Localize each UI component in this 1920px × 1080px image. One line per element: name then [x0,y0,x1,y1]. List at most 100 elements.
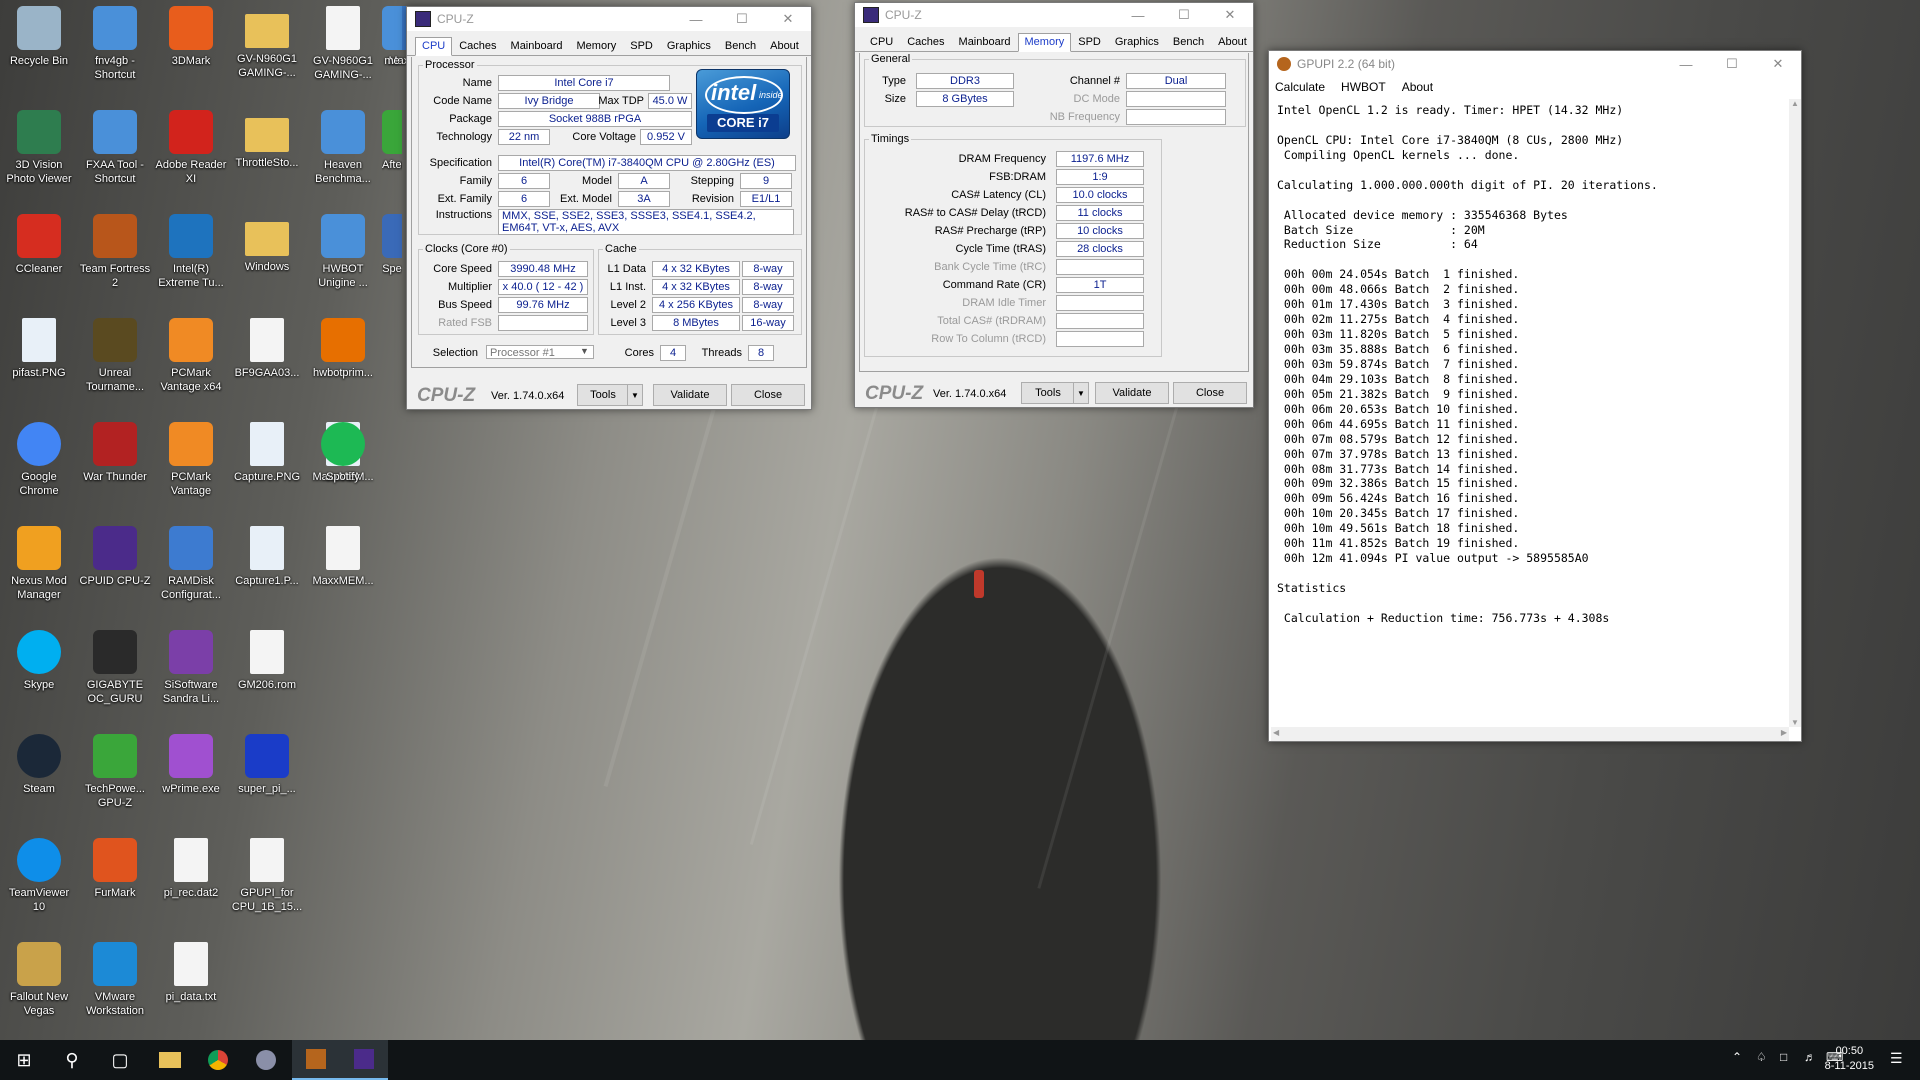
taskbar-gpupi[interactable] [292,1040,340,1080]
desktop-icon-item[interactable]: fnv4gb - Shortcut [78,4,152,82]
action-center-icon[interactable]: ☰ [1890,1050,1903,1067]
desktop-icon-item[interactable]: GPUPI_for CPU_1B_15... [230,836,304,914]
desktop-icon-item[interactable]: PCMark Vantage [154,420,228,498]
minimize-button[interactable]: — [1115,3,1161,27]
close-window-button[interactable]: Close [1173,382,1247,404]
close-button[interactable]: ✕ [1207,3,1253,27]
desktop-icon-item[interactable]: Capture.PNG [230,420,304,484]
desktop-icon-item[interactable]: Recycle Bin [2,4,76,68]
scroll-left-icon[interactable]: ◀ [1273,728,1279,737]
desktop-icon-item[interactable]: ThrottleSto... [230,108,304,170]
scroll-up-icon[interactable]: ▲ [1791,99,1799,108]
desktop-icon-item[interactable]: BF9GAA03... [230,316,304,380]
desktop-icon-item[interactable]: Intel(R) Extreme Tu... [154,212,228,290]
task-view-button[interactable]: ▢ [96,1040,144,1080]
desktop-icon-item[interactable]: FXAA Tool - Shortcut [78,108,152,186]
tab-cpu[interactable]: CPU [863,33,900,51]
maximize-button[interactable]: ☐ [1161,3,1207,27]
scroll-right-icon[interactable]: ▶ [1781,728,1787,737]
desktop-icon-item[interactable]: me [382,4,402,68]
desktop-icon-item[interactable]: Capture1.P... [230,524,304,588]
desktop-icon-item[interactable]: CPUID CPU-Z [78,524,152,588]
desktop-icon-item[interactable]: MaxxMEM... [306,524,380,588]
volume-icon[interactable]: ♬ [1804,1050,1816,1064]
close-button[interactable]: ✕ [765,7,811,31]
desktop-icon-item[interactable]: Google Chrome [2,420,76,498]
title-bar[interactable]: CPU-Z — ☐ ✕ [855,3,1253,27]
cpuz-window-memory[interactable]: CPU-Z — ☐ ✕ CPU Caches Mainboard Memory … [854,2,1254,408]
desktop-icon-item[interactable]: TeamViewer 10 [2,836,76,914]
desktop-icon-item[interactable]: 3D Vision Photo Viewer [2,108,76,186]
desktop-icon-item[interactable]: Skype [2,628,76,692]
scroll-down-icon[interactable]: ▼ [1791,718,1799,727]
tab-cpu[interactable]: CPU [415,37,453,56]
title-bar[interactable]: CPU-Z — ☐ ✕ [407,7,811,31]
show-hidden-icons-chevron-icon[interactable]: ⌃ [1732,1050,1742,1064]
desktop-icon-item[interactable]: RAMDisk Configurat... [154,524,228,602]
tab-bench[interactable]: Bench [1166,33,1211,51]
desktop-icon-item[interactable]: Spe [382,212,402,276]
tools-button[interactable]: Tools [577,384,629,406]
desktop-icon-item[interactable]: Heaven Benchma... [306,108,380,186]
desktop-icon-item[interactable]: CCleaner [2,212,76,276]
desktop-icon-item[interactable]: Unreal Tourname... [78,316,152,394]
tab-caches[interactable]: Caches [900,33,951,51]
desktop-icon-item[interactable]: GV-N960G1 GAMING-... [230,4,304,80]
tab-about[interactable]: About [1211,33,1254,51]
taskbar-file-explorer[interactable] [146,1040,194,1080]
desktop-icon-item[interactable]: SiSoftware Sandra Li... [154,628,228,706]
validate-button[interactable]: Validate [1095,382,1169,404]
desktop-icon-item[interactable]: 3DMark [154,4,228,68]
desktop-icon-item[interactable]: Nexus Mod Manager [2,524,76,602]
desktop-icon-item[interactable]: TechPowe... GPU-Z [78,732,152,810]
console-output[interactable]: Intel OpenCL 1.2 is ready. Timer: HPET (… [1271,99,1789,727]
tools-button[interactable]: Tools [1021,382,1075,404]
tab-about[interactable]: About [763,37,806,55]
desktop-icon-item[interactable]: wPrime.exe [154,732,228,796]
vertical-scrollbar[interactable]: ▲ ▼ [1789,99,1801,727]
desktop-icon-item[interactable]: Steam [2,732,76,796]
menu-about[interactable]: About [1402,80,1433,94]
taskbar-chrome[interactable] [194,1040,242,1080]
tools-dropdown-chevron-icon[interactable]: ▼ [627,384,643,406]
gpupi-window[interactable]: GPUPI 2.2 (64 bit) — ☐ ✕ Calculate HWBOT… [1268,50,1802,742]
minimize-button[interactable]: — [1663,51,1709,77]
search-button[interactable]: ⚲ [48,1040,96,1080]
desktop-icon-item[interactable]: Windows [230,212,304,274]
validate-button[interactable]: Validate [653,384,727,406]
close-button[interactable]: ✕ [1755,51,1801,77]
menu-hwbot[interactable]: HWBOT [1341,80,1386,94]
tab-graphics[interactable]: Graphics [1108,33,1166,51]
desktop-icon-item[interactable]: HWBOT Unigine ... [306,212,380,290]
tab-spd[interactable]: SPD [1071,33,1108,51]
desktop-icon-item[interactable]: hwbotprim... [306,316,380,380]
desktop-icon-item[interactable]: pi_rec.dat2 [154,836,228,900]
tab-graphics[interactable]: Graphics [660,37,718,55]
tools-dropdown-chevron-icon[interactable]: ▼ [1073,382,1089,404]
desktop-icon-item[interactable]: War Thunder [78,420,152,484]
tab-mainboard[interactable]: Mainboard [952,33,1018,51]
taskbar-cpuz[interactable] [340,1040,388,1080]
desktop-icon-item[interactable]: FurMark [78,836,152,900]
start-button[interactable]: ⊞ [0,1040,48,1080]
desktop-icon-item[interactable]: GV-N960G1 GAMING-... [306,4,380,82]
minimize-button[interactable]: — [673,7,719,31]
desktop-icon-item[interactable]: GM206.rom [230,628,304,692]
horizontal-scrollbar[interactable]: ◀ ▶ [1271,727,1789,741]
processor-select[interactable]: Processor #1 [486,345,594,359]
tab-bench[interactable]: Bench [718,37,763,55]
maximize-button[interactable]: ☐ [1709,51,1755,77]
desktop-icon-item[interactable]: super_pi_... [230,732,304,796]
tab-memory[interactable]: Memory [570,37,624,55]
desktop-icon-item[interactable]: Team Fortress 2 [78,212,152,290]
tab-mainboard[interactable]: Mainboard [504,37,570,55]
title-bar[interactable]: GPUPI 2.2 (64 bit) — ☐ ✕ [1269,51,1801,77]
system-clock[interactable]: 00:50 8-11-2015 [1825,1044,1874,1074]
menu-calculate[interactable]: Calculate [1275,80,1325,94]
desktop-icon-item[interactable]: Fallout New Vegas [2,940,76,1018]
desktop-icon-item[interactable]: PCMark Vantage x64 [154,316,228,394]
notification-bell-icon[interactable]: ♤ [1756,1050,1767,1064]
desktop-icon-item[interactable]: VMware Workstation [78,940,152,1018]
close-window-button[interactable]: Close [731,384,805,406]
network-icon[interactable]: □ [1780,1050,1787,1064]
